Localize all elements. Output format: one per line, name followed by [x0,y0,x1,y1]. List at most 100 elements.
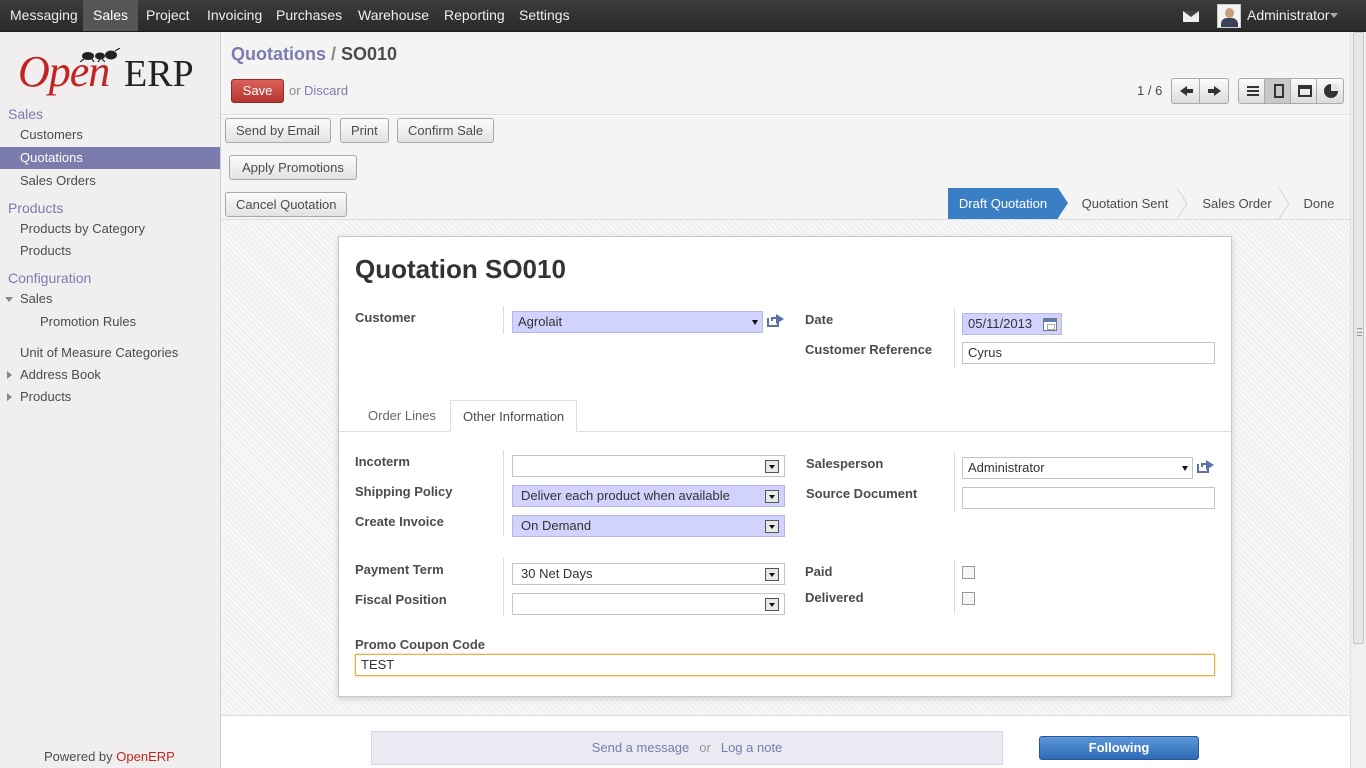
menu-messaging[interactable]: Messaging [0,0,88,31]
apply-promotions-button[interactable]: Apply Promotions [229,155,357,180]
sidebar-item-quotations[interactable]: Quotations [0,147,220,169]
shipping-policy-select[interactable]: Deliver each product when available [512,485,785,507]
next-record-button[interactable] [1200,79,1228,103]
form-icon [1274,84,1285,98]
status-quotation-sent[interactable]: Quotation Sent [1072,188,1178,219]
status-sales-order[interactable]: Sales Order [1190,188,1284,219]
source-document-label: Source Document [806,486,918,501]
view-header: Quotations / SO010 Save or Discard 1 / 6 [221,32,1350,115]
calendar-view-button[interactable] [1291,79,1318,103]
sidebar-section-sales: Sales [8,106,44,122]
confirm-sale-button[interactable]: Confirm Sale [397,118,495,143]
divider [954,560,955,614]
form-view-button[interactable] [1265,79,1292,103]
sidebar-item-config-sales[interactable]: Sales [0,288,220,310]
menu-sales[interactable]: Sales [83,0,139,31]
sidebar-item-promotion-rules[interactable]: Promotion Rules [0,311,220,333]
shipping-policy-label: Shipping Policy [355,484,453,499]
view-switcher [1238,78,1344,104]
sidebar: Open ERP Sales Customers Quotations Sale… [0,32,221,768]
openerp-link[interactable]: OpenERP [116,749,175,764]
payment-term-value: 30 Net Days [521,566,593,581]
menu-invoicing[interactable]: Invoicing [197,0,272,31]
date-field[interactable]: 05/11/2013 [962,313,1062,335]
menu-settings[interactable]: Settings [509,0,580,31]
send-message-link[interactable]: Send a message [592,740,690,755]
discard-link[interactable]: Discard [304,83,348,98]
sidebar-item-customers[interactable]: Customers [0,124,220,146]
external-link-icon[interactable] [767,314,784,327]
payment-term-select[interactable]: 30 Net Days [512,563,785,585]
salesperson-select[interactable]: Administrator [962,457,1193,479]
sidebar-item-sales-orders[interactable]: Sales Orders [0,170,220,192]
date-value: 05/11/2013 [968,316,1033,331]
page-title: Quotation SO010 [355,254,566,284]
chevron-down-icon[interactable] [765,598,779,611]
graph-view-button[interactable] [1317,79,1343,103]
date-label: Date [805,312,834,327]
chevron-down-icon[interactable] [752,320,758,325]
mail-icon[interactable] [1183,11,1199,22]
save-button[interactable]: Save [231,79,284,103]
calendar-icon[interactable] [1043,318,1057,331]
following-button[interactable]: Following [1039,736,1199,760]
customer-reference-input[interactable]: Cyrus [962,342,1215,364]
divider [503,306,504,334]
avatar[interactable] [1217,4,1241,28]
status-done[interactable]: Done [1290,188,1348,219]
delivered-checkbox[interactable] [962,592,975,605]
openerp-logo[interactable]: Open ERP [18,46,208,96]
paid-label: Paid [805,564,833,579]
shipping-policy-value: Deliver each product when available [521,488,730,503]
tab-order-lines[interactable]: Order Lines [356,400,448,432]
status-separator-icon [1176,188,1188,219]
status-draft-quotation[interactable]: Draft Quotation [948,188,1058,219]
sidebar-item-config-products[interactable]: Products [0,386,220,408]
sidebar-item-address-book[interactable]: Address Book [0,364,220,386]
powered-by-text: Powered by [44,749,117,764]
incoterm-select[interactable] [512,455,785,477]
paid-checkbox[interactable] [962,566,975,579]
divider [503,558,504,616]
chevron-down-icon[interactable] [765,520,779,533]
log-note-link[interactable]: Log a note [721,740,782,755]
breadcrumb-quotations[interactable]: Quotations [231,44,326,64]
user-menu[interactable]: Administrator [1247,0,1329,31]
tab-other-information[interactable]: Other Information [450,400,578,432]
menu-warehouse[interactable]: Warehouse [348,0,439,31]
grip-icon [1357,328,1362,336]
chevron-down-icon[interactable] [765,490,779,503]
menu-project[interactable]: Project [136,0,200,31]
previous-record-button[interactable] [1172,79,1201,103]
source-document-input[interactable] [962,487,1215,509]
menu-purchases[interactable]: Purchases [266,0,352,31]
pager-buttons [1171,78,1229,104]
scroll-thumb[interactable] [1353,32,1364,644]
print-button[interactable]: Print [340,118,389,143]
list-view-button[interactable] [1239,79,1266,103]
cancel-quotation-button[interactable]: Cancel Quotation [225,192,348,217]
promo-coupon-input[interactable]: TEST [355,654,1215,676]
create-invoice-select[interactable]: On Demand [512,515,785,537]
sidebar-item-products-by-category[interactable]: Products by Category [0,218,220,240]
logo-open-text: Open [18,47,110,96]
chevron-down-icon[interactable] [765,460,779,473]
sidebar-item-uom-categories[interactable]: Unit of Measure Categories [0,342,220,364]
send-by-email-button[interactable]: Send by Email [225,118,331,143]
fiscal-position-select[interactable] [512,593,785,615]
arrow-left-icon [1180,86,1193,96]
customer-select[interactable]: Agrolait [512,311,763,333]
or-text: or [699,740,711,755]
customer-reference-label: Customer Reference [805,342,933,357]
menu-reporting[interactable]: Reporting [434,0,515,31]
chatter-compose: Send a message or Log a note [371,731,1003,765]
external-link-icon[interactable] [1197,460,1214,473]
sidebar-item-products[interactable]: Products [0,240,220,262]
create-invoice-value: On Demand [521,518,592,533]
customer-value: Agrolait [518,314,563,329]
fiscal-position-label: Fiscal Position [355,592,447,607]
chevron-down-icon[interactable] [1182,466,1188,471]
chevron-down-icon[interactable] [765,568,779,581]
chevron-down-icon[interactable] [1330,13,1338,18]
scrollbar[interactable] [1350,32,1366,768]
